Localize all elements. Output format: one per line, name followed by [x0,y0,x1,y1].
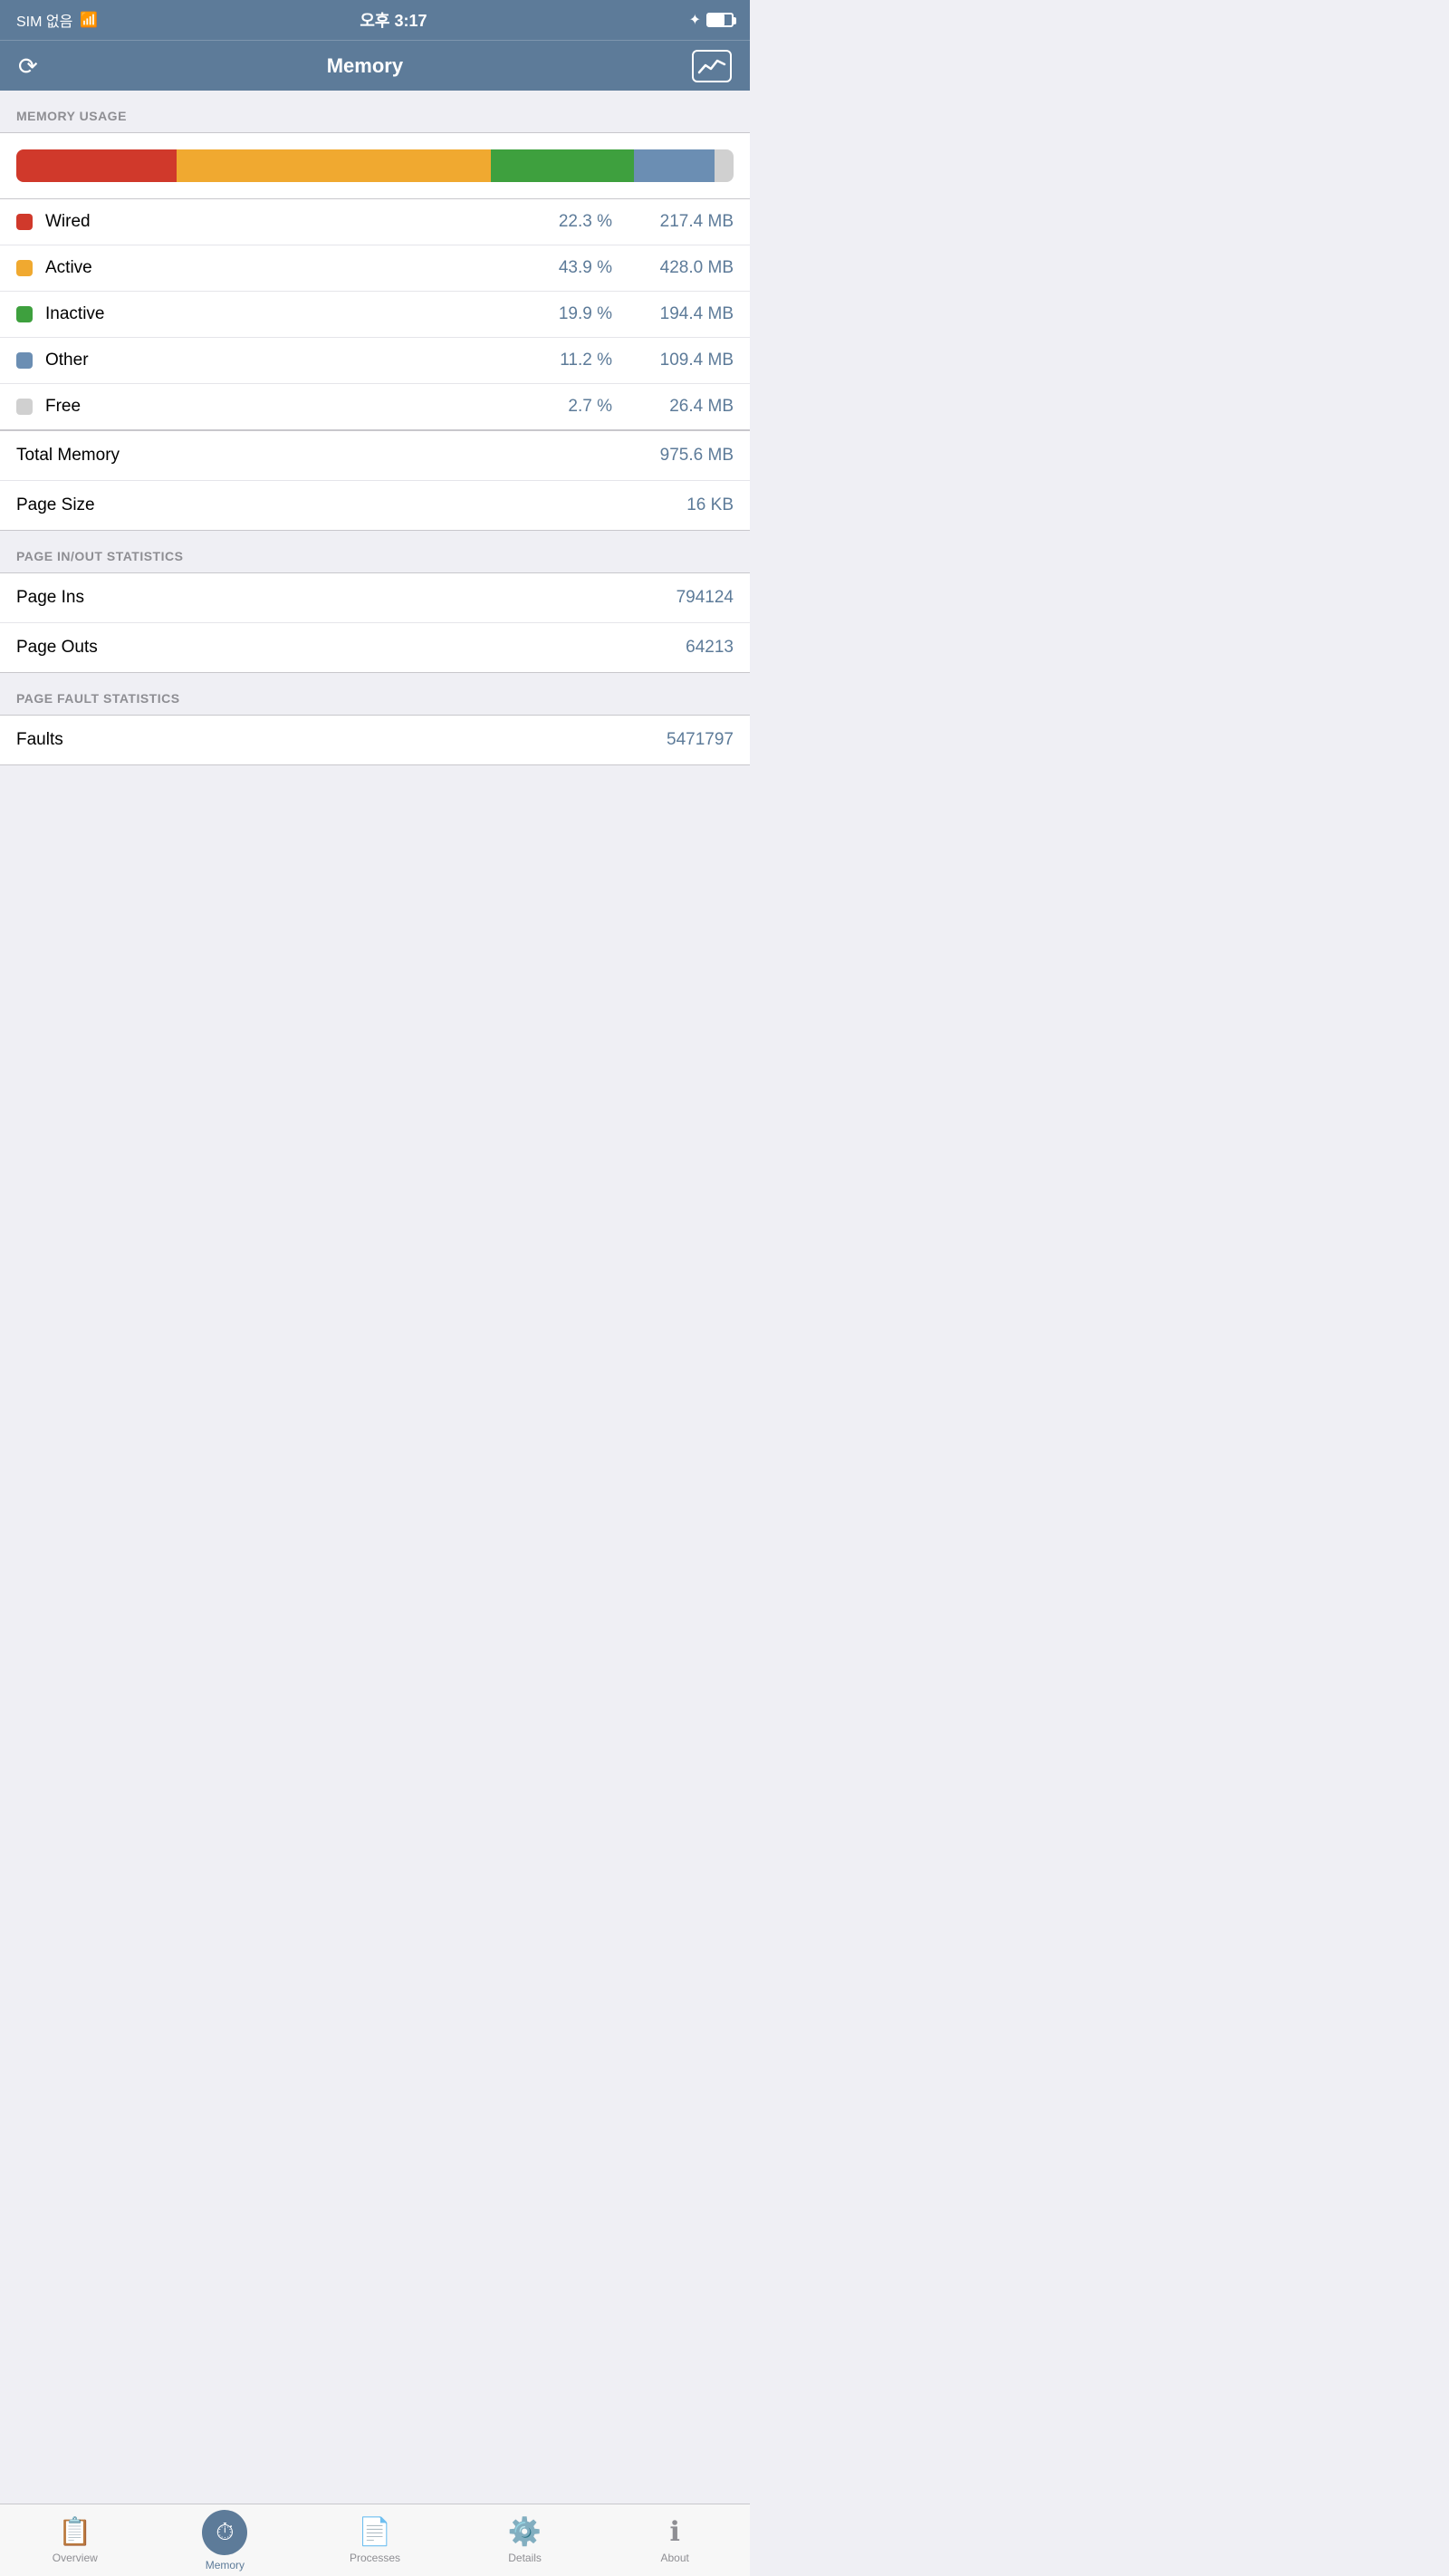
row-pct: 22.3 % [549,212,612,232]
fault-row: Faults 5471797 [0,715,750,765]
stats-label: Page Ins [16,588,84,608]
row-label: Active [45,258,549,278]
row-mb: 109.4 MB [634,351,734,370]
stats-row: Page Ins 794124 [0,573,750,623]
row-pct: 2.7 % [549,397,612,417]
summary-value: 16 KB [686,495,734,515]
row-pct: 11.2 % [549,351,612,370]
tab-label-about: About [660,2552,688,2564]
status-right: ✦ [689,11,734,29]
status-left: SIM 없음 📶 [16,9,98,31]
stats-value: 64213 [686,638,734,658]
tab-bar: 📋 Overview ⏱ Memory 📄 Processes ⚙️ Detai… [0,2504,750,2576]
row-pct: 19.9 % [549,304,612,324]
row-label: Inactive [45,304,549,324]
tab-label-overview: Overview [53,2552,98,2564]
wifi-icon: 📶 [80,11,98,29]
memory-row: Free 2.7 % 26.4 MB [0,384,750,429]
memory-rows: Wired 22.3 % 217.4 MB Active 43.9 % 428.… [0,199,750,430]
row-mb: 194.4 MB [634,304,734,324]
usage-bar-container [0,132,750,199]
tab-item-memory[interactable]: ⏱ Memory [150,2504,301,2576]
summary-value: 975.6 MB [660,446,734,466]
color-dot [16,399,33,415]
row-pct: 43.9 % [549,258,612,278]
details-icon: ⚙️ [508,2516,542,2548]
row-mb: 26.4 MB [634,397,734,417]
row-label: Other [45,351,549,370]
refresh-button[interactable]: ⟳ [18,54,38,78]
memory-row: Wired 22.3 % 217.4 MB [0,199,750,245]
fault-value: 5471797 [667,730,734,750]
overview-icon: 📋 [58,2516,91,2548]
bar-segment [634,149,715,182]
page-inout-header: PAGE IN/OUT STATISTICS [0,531,750,572]
row-label: Free [45,397,549,417]
color-dot [16,260,33,276]
stats-label: Page Outs [16,638,98,658]
battery-fill [708,14,724,25]
page-fault-header: PAGE FAULT STATISTICS [0,673,750,715]
row-label: Wired [45,212,549,232]
row-mb: 217.4 MB [634,212,734,232]
bar-segment [16,149,177,182]
tab-label-details: Details [508,2552,542,2564]
page-inout-rows: Page Ins 794124 Page Outs 64213 [0,572,750,673]
summary-row: Page Size 16 KB [0,481,750,530]
fault-label: Faults [16,730,63,750]
usage-bar [16,149,734,182]
summary-row: Total Memory 975.6 MB [0,431,750,481]
color-dot [16,352,33,369]
tab-item-about[interactable]: ℹ About [600,2504,750,2576]
nav-title: Memory [327,54,403,78]
color-dot [16,306,33,322]
tab-icon-circle: ⏱ [202,2510,247,2555]
summary-label: Page Size [16,495,95,515]
bar-segment [177,149,492,182]
tab-label-processes: Processes [350,2552,400,2564]
status-time: 오후 3:17 [360,8,427,32]
battery-indicator [706,13,734,27]
about-icon: ℹ [669,2516,679,2548]
nav-bar: ⟳ Memory [0,40,750,91]
memory-row: Inactive 19.9 % 194.4 MB [0,292,750,338]
memory-icon: ⏱ [216,2518,234,2547]
memory-row: Active 43.9 % 428.0 MB [0,245,750,292]
tab-item-overview[interactable]: 📋 Overview [0,2504,150,2576]
bluetooth-icon: ✦ [689,11,701,29]
stats-row: Page Outs 64213 [0,623,750,672]
tab-item-processes[interactable]: 📄 Processes [300,2504,450,2576]
chart-icon [697,56,726,76]
chart-button[interactable] [692,50,732,82]
summary-rows: Total Memory 975.6 MB Page Size 16 KB [0,430,750,531]
stats-value: 794124 [677,588,734,608]
summary-label: Total Memory [16,446,120,466]
tab-label-memory: Memory [206,2559,245,2571]
carrier-label: SIM 없음 [16,9,72,31]
color-dot [16,214,33,230]
bar-segment [491,149,634,182]
memory-usage-header: MEMORY USAGE [0,91,750,132]
bar-segment [715,149,734,182]
status-bar: SIM 없음 📶 오후 3:17 ✦ [0,0,750,40]
memory-row: Other 11.2 % 109.4 MB [0,338,750,384]
processes-icon: 📄 [358,2516,391,2548]
row-mb: 428.0 MB [634,258,734,278]
tab-item-details[interactable]: ⚙️ Details [450,2504,600,2576]
